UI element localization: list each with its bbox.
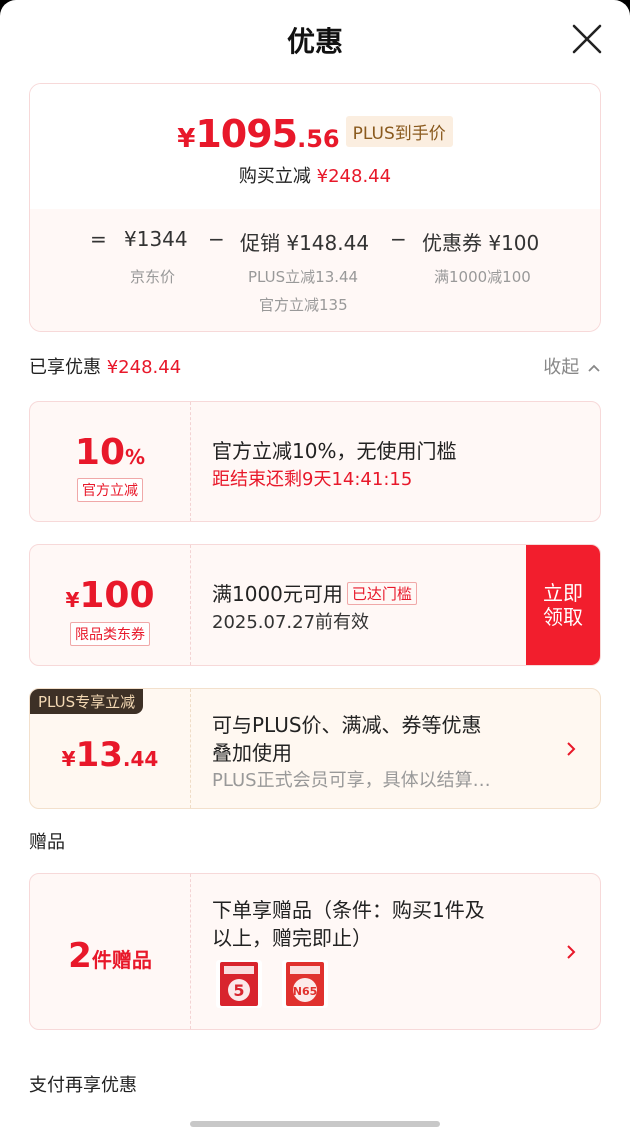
chevron-right-icon	[567, 742, 576, 756]
sheet-title: 优惠	[286, 25, 343, 58]
formula-jd-price: ¥1344	[124, 227, 188, 251]
price-currency: ¥	[177, 124, 196, 154]
sheet-header: 优惠	[0, 0, 630, 78]
plus-line-2: 叠加使用	[212, 741, 292, 765]
official-discount-countdown: 距结束还剩9天14:41:15	[212, 469, 413, 490]
gift-card[interactable]: 2件赠品 下单享赠品（条件：购买1件及 以上，赠完即止） 5 N65	[29, 873, 601, 1030]
plus-discount-card[interactable]: PLUS专享立减 ¥13.44 可与PLUS价、满减、券等优惠 叠加使用 PLU…	[29, 688, 601, 809]
claim-coupon-button[interactable]: 立即 领取	[526, 545, 600, 665]
plus-line-1: 可与PLUS价、满减、券等优惠	[212, 713, 482, 737]
chevron-up-icon	[588, 364, 600, 372]
payment-section-header: 支付再享优惠	[29, 1071, 601, 1101]
discount-value: ¥248.44	[316, 166, 392, 187]
close-icon[interactable]	[570, 22, 604, 56]
collapse-button[interactable]: 收起	[543, 353, 601, 379]
total-discount: 购买立减 ¥248.44	[30, 162, 600, 188]
official-discount-tag: 官方立减	[77, 478, 143, 502]
plus-price-badge: PLUS到手价	[345, 116, 453, 147]
formula-minus-1: −	[208, 227, 225, 251]
price-decimal: .56	[297, 125, 340, 153]
official-discount-title: 官方立减10%，无使用门槛	[212, 439, 457, 463]
jd-coupon-title: 满1000元可用 已达门槛	[212, 578, 417, 607]
enjoyed-label: 已享优惠 ¥248.44	[29, 357, 182, 378]
official-discount-value: 10%	[74, 432, 146, 473]
plus-discount-value: ¥13.44	[61, 735, 159, 775]
formula-equals: =	[90, 227, 107, 251]
discount-label: 购买立减	[238, 166, 311, 187]
price-formula: = ¥1344 − 促销 ¥148.44 − 优惠券 ¥100	[30, 227, 600, 257]
gift-section-title: 赠品	[29, 832, 65, 853]
home-indicator	[190, 1121, 440, 1127]
enjoyed-value: ¥248.44	[106, 357, 182, 378]
gift-line-2: 以上，赠完即止）	[212, 926, 372, 950]
gift-image-1-label: 5	[233, 981, 244, 1000]
coupon-sheet: 优惠 ¥1095.56 PLUS到手价 购买立减 ¥248.44 = ¥1344 …	[0, 0, 630, 1140]
final-price: ¥1095.56 PLUS到手价	[30, 112, 600, 156]
jd-coupon-card: ¥100 限品类东券 满1000元可用 已达门槛 2025.07.27前有效 立即…	[29, 544, 601, 666]
formula-promo: 促销 ¥148.44	[240, 231, 370, 255]
official-discount-card: 10% 官方立减 官方立减10%，无使用门槛 距结束还剩9天14:41:15	[29, 401, 601, 522]
formula-coupon: 优惠券 ¥100	[422, 231, 540, 255]
jd-price-label: 京东价	[130, 268, 176, 286]
enjoyed-discount-row: 已享优惠 ¥248.44 收起	[29, 353, 601, 383]
coupon-sub: 满1000减100	[434, 268, 531, 286]
formula-minus-2: −	[390, 227, 407, 251]
gift-image-2-label: N65	[293, 985, 318, 998]
payment-section-title: 支付再享优惠	[29, 1075, 137, 1096]
threshold-reached-badge: 已达门槛	[346, 582, 417, 605]
gift-count: 2件赠品	[68, 936, 152, 976]
promo-plus-sub: PLUS立减13.44	[248, 268, 359, 286]
gift-image-1: 5	[216, 960, 262, 1008]
jd-coupon-tag: 限品类东券	[70, 622, 150, 646]
jd-coupon-validity: 2025.07.27前有效	[212, 612, 370, 633]
promo-official-sub: 官方立减135	[259, 296, 348, 314]
price-summary-card: ¥1095.56 PLUS到手价 购买立减 ¥248.44 = ¥1344 − 促…	[29, 83, 601, 332]
chevron-right-icon	[567, 945, 576, 959]
gift-section-header: 赠品	[29, 828, 601, 858]
plus-line-3: PLUS正式会员可享，具体以结算…	[212, 770, 491, 791]
price-integer: 1095	[195, 112, 298, 156]
gift-image-2: N65	[282, 960, 328, 1008]
gift-line-1: 下单享赠品（条件：购买1件及	[212, 898, 485, 922]
jd-coupon-value: ¥100	[65, 575, 155, 616]
